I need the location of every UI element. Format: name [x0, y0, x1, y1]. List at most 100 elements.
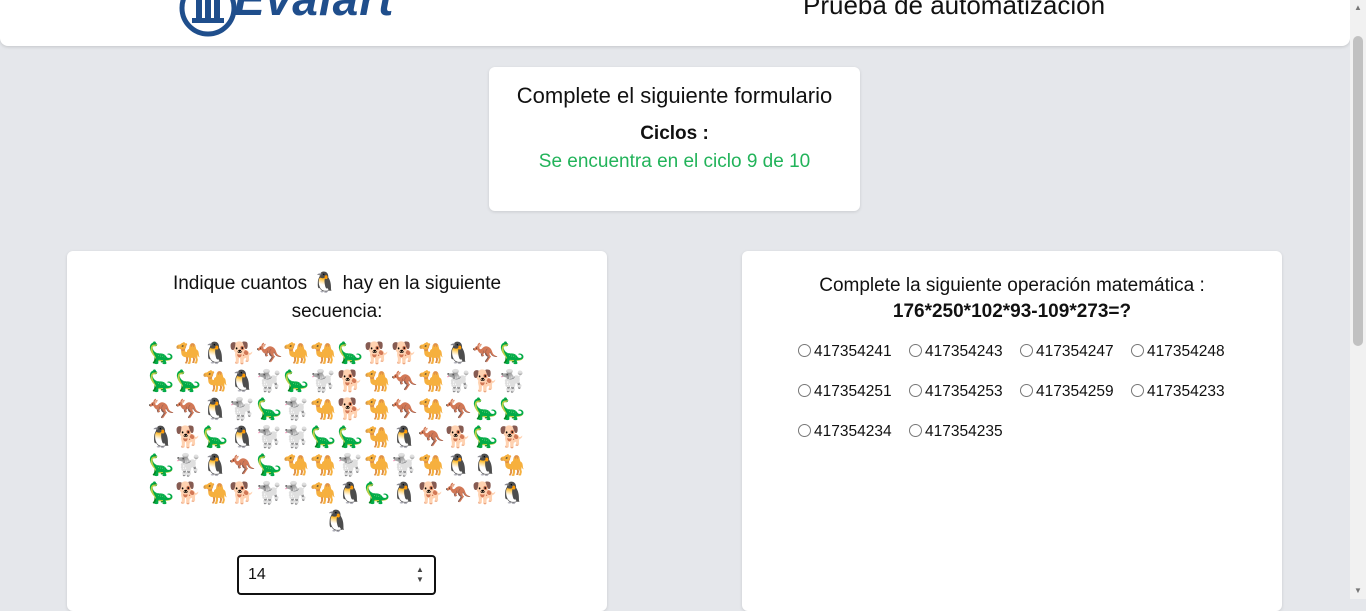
option-label: 417354235: [925, 423, 1003, 440]
dinosaur-icon: 🦕: [148, 370, 175, 393]
math-question-card: Complete la siguiente operación matemáti…: [742, 251, 1282, 611]
camel-icon: 🐪: [175, 342, 202, 365]
scrollbar-thumb[interactable]: [1353, 36, 1363, 346]
option-label: 417354259: [1036, 383, 1114, 400]
option-label: 417354241: [814, 343, 892, 360]
poodle-icon: 🐩: [445, 370, 472, 393]
answer-option[interactable]: 417354251: [798, 383, 909, 423]
question-prefix: Indique cuantos: [172, 273, 308, 294]
dinosaur-icon: 🦕: [175, 370, 202, 393]
camel-icon: 🐪: [418, 342, 445, 365]
number-spinner[interactable]: ▲ ▼: [414, 565, 426, 585]
cycles-status: Se encuentra en el ciclo 9 de 10: [538, 151, 811, 172]
option-label: 417354234: [814, 423, 892, 440]
option-label: 417354253: [925, 383, 1003, 400]
option-label: 417354243: [925, 343, 1003, 360]
dog-icon: 🐕: [418, 482, 445, 505]
poodle-icon: 🐩: [391, 454, 418, 477]
dinosaur-icon: 🦕: [256, 454, 283, 477]
answer-option[interactable]: 417354234: [798, 423, 909, 463]
camel-icon: 🐪: [364, 426, 391, 449]
answer-options: 417354241 417354243 417354247 417354248 4173…: [798, 343, 1248, 463]
page-title: Prueba de automatización: [803, 0, 1106, 20]
form-summary-card: Complete el siguiente formulario Ciclos …: [489, 67, 860, 211]
page-scrollbar[interactable]: ▲ ▼: [1350, 0, 1366, 599]
math-question-title: Complete la siguiente operación matemáti…: [819, 275, 1205, 296]
camel-icon: 🐪: [364, 454, 391, 477]
dinosaur-icon: 🦕: [256, 398, 283, 421]
count-answer-input[interactable]: 14 ▲ ▼: [237, 555, 436, 595]
answer-option[interactable]: 417354247: [1020, 343, 1131, 383]
option-label: 417354233: [1147, 383, 1225, 400]
penguin-icon: 🐧: [337, 482, 364, 505]
dinosaur-icon: 🦕: [472, 398, 499, 421]
radio-button[interactable]: [798, 424, 811, 437]
camel-icon: 🐪: [202, 370, 229, 393]
kangaroo-icon: 🦘: [391, 370, 418, 393]
radio-button[interactable]: [909, 424, 922, 437]
answer-option[interactable]: 417354233: [1131, 383, 1242, 423]
radio-button[interactable]: [1020, 344, 1033, 357]
math-expression: 176*250*102*93-109*273=?: [892, 301, 1132, 322]
penguin-icon: 🐧: [148, 426, 175, 449]
kangaroo-icon: 🦘: [229, 454, 256, 477]
camel-icon: 🐪: [310, 398, 337, 421]
answer-option[interactable]: 417354253: [909, 383, 1020, 423]
scroll-down-icon[interactable]: ▼: [1350, 583, 1366, 599]
poodle-icon: 🐩: [499, 370, 526, 393]
camel-icon: 🐪: [202, 482, 229, 505]
poodle-icon: 🐩: [283, 426, 310, 449]
dog-icon: 🐕: [391, 342, 418, 365]
count-answer-value: 14: [248, 566, 266, 583]
dinosaur-icon: 🦕: [148, 482, 175, 505]
radio-button[interactable]: [909, 384, 922, 397]
dog-icon: 🐕: [472, 482, 499, 505]
dog-icon: 🐕: [229, 482, 256, 505]
dinosaur-icon: 🦕: [337, 426, 364, 449]
cycles-label: Ciclos :: [640, 123, 709, 144]
kangaroo-icon: 🦘: [256, 342, 283, 365]
radio-button[interactable]: [798, 384, 811, 397]
poodle-icon: 🐩: [283, 398, 310, 421]
penguin-icon: 🐧: [229, 370, 256, 393]
answer-option[interactable]: 417354241: [798, 343, 909, 383]
penguin-icon: 🐧: [391, 482, 418, 505]
dog-icon: 🐕: [229, 342, 256, 365]
penguin-icon: 🐧: [312, 272, 338, 294]
penguin-icon: 🐧: [445, 342, 472, 365]
dog-icon: 🐕: [337, 398, 364, 421]
answer-option[interactable]: 417354235: [909, 423, 1020, 463]
answer-option[interactable]: 417354259: [1020, 383, 1131, 423]
radio-button[interactable]: [798, 344, 811, 357]
penguin-icon: 🐧: [202, 454, 229, 477]
option-label: 417354248: [1147, 343, 1225, 360]
spin-down-icon[interactable]: ▼: [414, 575, 426, 585]
camel-icon: 🐪: [310, 342, 337, 365]
penguin-icon: 🐧: [229, 426, 256, 449]
radio-button[interactable]: [909, 344, 922, 357]
kangaroo-icon: 🦘: [391, 398, 418, 421]
penguin-icon: 🐧: [202, 398, 229, 421]
evalart-logo: Evalart: [178, 0, 438, 40]
answer-option[interactable]: 417354248: [1131, 343, 1242, 383]
radio-button[interactable]: [1131, 384, 1144, 397]
answer-option[interactable]: 417354243: [909, 343, 1020, 383]
dog-icon: 🐕: [337, 370, 364, 393]
poodle-icon: 🐩: [229, 398, 256, 421]
poodle-icon: 🐩: [256, 482, 283, 505]
camel-icon: 🐪: [418, 370, 445, 393]
kangaroo-icon: 🦘: [418, 426, 445, 449]
poodle-icon: 🐩: [256, 370, 283, 393]
camel-icon: 🐪: [418, 454, 445, 477]
dog-icon: 🐕: [175, 426, 202, 449]
dinosaur-icon: 🦕: [148, 342, 175, 365]
radio-button[interactable]: [1020, 384, 1033, 397]
radio-button[interactable]: [1131, 344, 1144, 357]
option-label: 417354247: [1036, 343, 1114, 360]
kangaroo-icon: 🦘: [445, 398, 472, 421]
dinosaur-icon: 🦕: [202, 426, 229, 449]
animal-sequence: 🦕🐪🐧🐕🦘🐪🐪🦕🐕🐕🐪🐧🦘🦕🦕🦕🐪🐧🐩🦕🐩🐕🐪🦘🐪🐩🐕🐩🦘🦘🐧🐩🦕🐩🐪🐕🐪🦘🐪🦘…: [142, 340, 532, 536]
spin-up-icon[interactable]: ▲: [414, 565, 426, 575]
scroll-up-icon[interactable]: ▲: [1350, 0, 1366, 16]
form-title: Complete el siguiente formulario: [516, 83, 833, 108]
